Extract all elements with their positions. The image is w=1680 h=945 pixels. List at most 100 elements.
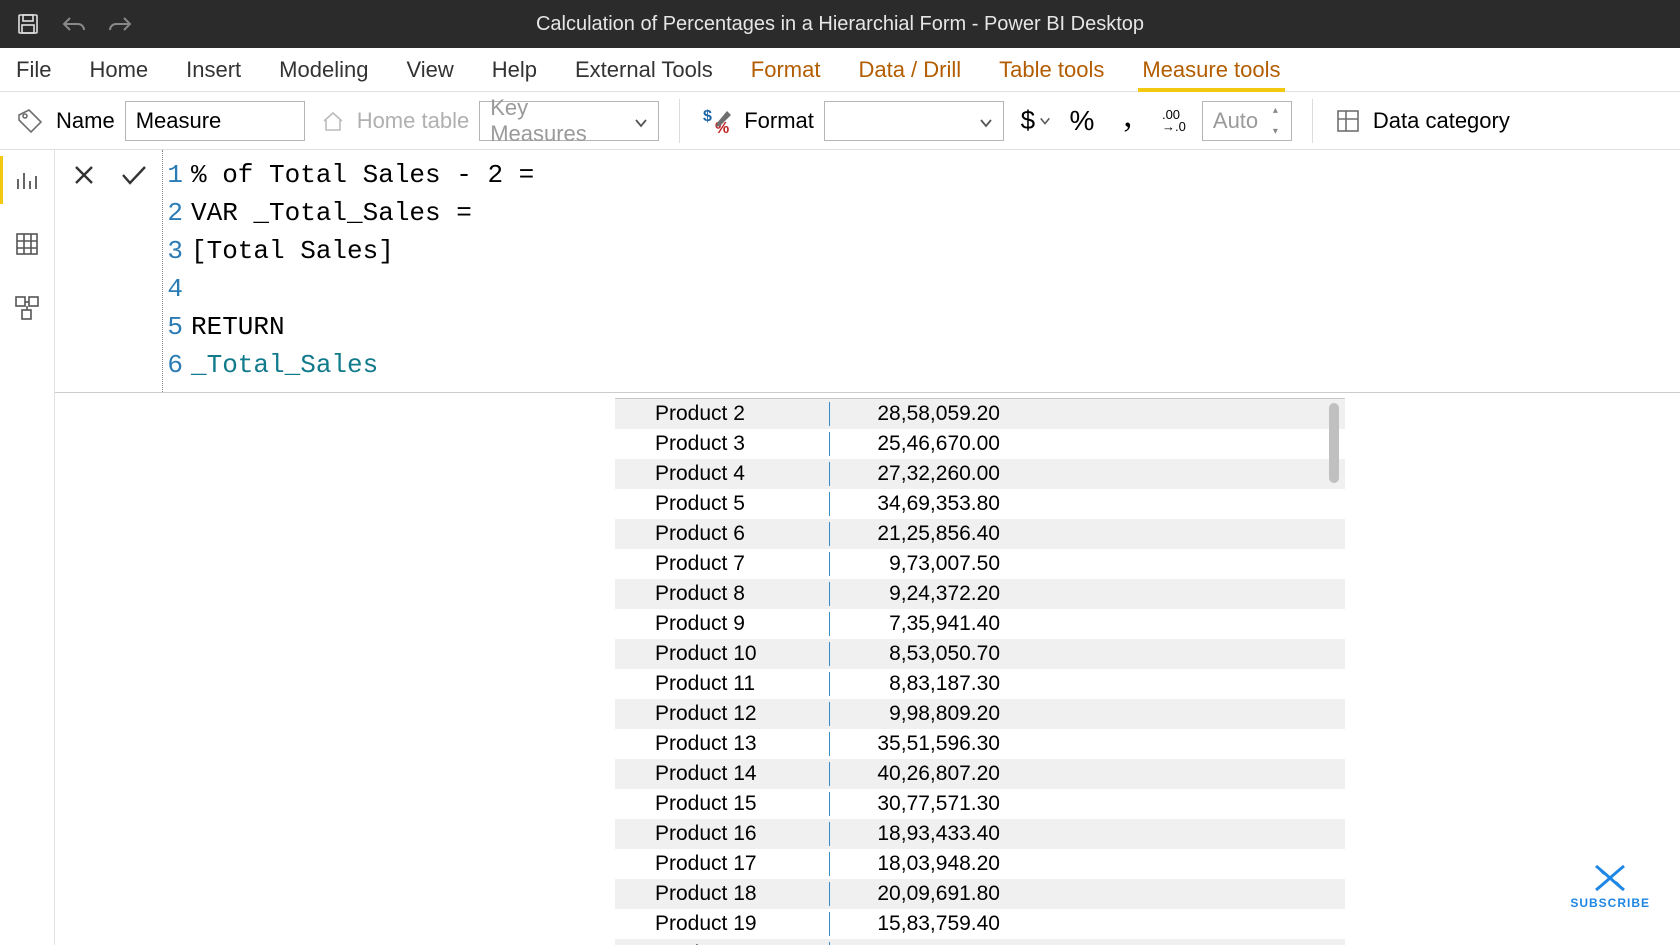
value-cell: 15,83,759.40 bbox=[830, 912, 1010, 936]
report-canvas: 1% of Total Sales - 2 = 2VAR _Total_Sale… bbox=[55, 150, 1680, 945]
line-number: 4 bbox=[163, 270, 191, 308]
format-icon: $ % bbox=[700, 104, 734, 138]
tab-format[interactable]: Format bbox=[751, 48, 821, 91]
value-cell: 40,26,807.20 bbox=[830, 762, 1010, 786]
formula-bar: 1% of Total Sales - 2 = 2VAR _Total_Sale… bbox=[55, 150, 1680, 393]
table-row[interactable]: Product 97,35,941.40 bbox=[615, 609, 1345, 639]
product-cell: Product 11 bbox=[615, 672, 830, 696]
table-row[interactable]: Product 129,98,809.20 bbox=[615, 699, 1345, 729]
tab-home[interactable]: Home bbox=[89, 48, 148, 91]
redo-icon[interactable] bbox=[106, 10, 134, 38]
line-number: 1 bbox=[163, 156, 191, 194]
product-cell: Product 18 bbox=[615, 882, 830, 906]
subscribe-badge: SUBSCRIBE bbox=[1570, 860, 1650, 910]
home-icon bbox=[319, 107, 347, 135]
table-row[interactable]: Product 1915,83,759.40 bbox=[615, 909, 1345, 939]
tab-table-tools[interactable]: Table tools bbox=[999, 48, 1104, 91]
line-number: 2 bbox=[163, 194, 191, 232]
product-cell: Product 7 bbox=[615, 552, 830, 576]
percent-button[interactable]: % bbox=[1064, 103, 1100, 139]
tab-modeling[interactable]: Modeling bbox=[279, 48, 368, 91]
formula-editor[interactable]: 1% of Total Sales - 2 = 2VAR _Total_Sale… bbox=[163, 150, 1680, 392]
table-row[interactable]: Product 108,53,050.70 bbox=[615, 639, 1345, 669]
table-row[interactable]: Product 89,24,372.20 bbox=[615, 579, 1345, 609]
product-cell: Product 17 bbox=[615, 852, 830, 876]
line-number: 5 bbox=[163, 308, 191, 346]
table-row[interactable]: Product 1718,03,948.20 bbox=[615, 849, 1345, 879]
table-row[interactable]: Product 1530,77,571.30 bbox=[615, 789, 1345, 819]
value-cell: 28,58,059.20 bbox=[830, 402, 1010, 426]
product-cell: Product 6 bbox=[615, 522, 830, 546]
table-row[interactable]: Product 2017,64,518.70 bbox=[615, 939, 1345, 945]
tab-measure-tools[interactable]: Measure tools bbox=[1142, 48, 1280, 91]
formula-buttons bbox=[55, 150, 163, 392]
value-cell: 34,69,353.80 bbox=[830, 492, 1010, 516]
stepper-arrows: ▴▾ bbox=[1273, 105, 1287, 137]
chevron-down-icon bbox=[634, 108, 648, 134]
product-cell: Product 13 bbox=[615, 732, 830, 756]
datacat-group: Data category bbox=[1333, 106, 1510, 136]
value-cell: 8,83,187.30 bbox=[830, 672, 1010, 696]
home-table-select[interactable]: Key Measures bbox=[479, 101, 659, 141]
code-line: _Total_Sales bbox=[191, 346, 378, 384]
product-cell: Product 10 bbox=[615, 642, 830, 666]
undo-icon[interactable] bbox=[60, 10, 88, 38]
table-row[interactable]: Product 1820,09,691.80 bbox=[615, 879, 1345, 909]
table-row[interactable]: Product 79,73,007.50 bbox=[615, 549, 1345, 579]
tab-data-drill[interactable]: Data / Drill bbox=[858, 48, 961, 91]
model-view-button[interactable] bbox=[7, 288, 47, 328]
number-format-group: $ % , .00 →.0 Auto ▴▾ bbox=[1018, 101, 1292, 141]
tab-insert[interactable]: Insert bbox=[186, 48, 241, 91]
value-cell: 21,25,856.40 bbox=[830, 522, 1010, 546]
product-cell: Product 15 bbox=[615, 792, 830, 816]
vertical-scrollbar[interactable] bbox=[1329, 403, 1339, 483]
report-view-button[interactable] bbox=[7, 160, 47, 200]
value-cell: 9,98,809.20 bbox=[830, 702, 1010, 726]
format-label: Format bbox=[744, 108, 814, 134]
product-cell: Product 2 bbox=[615, 402, 830, 426]
tab-view[interactable]: View bbox=[406, 48, 453, 91]
table-row[interactable]: Product 1335,51,596.30 bbox=[615, 729, 1345, 759]
data-category-icon bbox=[1333, 106, 1363, 136]
tab-external-tools[interactable]: External Tools bbox=[575, 48, 713, 91]
value-cell: 18,03,948.20 bbox=[830, 852, 1010, 876]
title-bar: Calculation of Percentages in a Hierarch… bbox=[0, 0, 1680, 48]
separator bbox=[1312, 99, 1313, 143]
table-row[interactable]: Product 325,46,670.00 bbox=[615, 429, 1345, 459]
table-row[interactable]: Product 427,32,260.00 bbox=[615, 459, 1345, 489]
thousands-separator-button[interactable]: , bbox=[1110, 103, 1146, 139]
table-row[interactable]: Product 621,25,856.40 bbox=[615, 519, 1345, 549]
view-rail bbox=[0, 150, 55, 945]
product-cell: Product 16 bbox=[615, 822, 830, 846]
decimal-shift-button[interactable]: .00 →.0 bbox=[1156, 103, 1192, 139]
cancel-formula-button[interactable] bbox=[69, 160, 99, 190]
value-cell: 30,77,571.30 bbox=[830, 792, 1010, 816]
data-view-button[interactable] bbox=[7, 224, 47, 264]
value-cell: 18,93,433.40 bbox=[830, 822, 1010, 846]
table-row[interactable]: Product 118,83,187.30 bbox=[615, 669, 1345, 699]
app-title: Calculation of Percentages in a Hierarch… bbox=[536, 13, 1144, 36]
line-number: 6 bbox=[163, 346, 191, 384]
ribbon-content: Name Home table Key Measures $ % Format bbox=[0, 92, 1680, 150]
tab-file[interactable]: File bbox=[16, 48, 51, 91]
separator bbox=[679, 99, 680, 143]
decimal-places-stepper[interactable]: Auto ▴▾ bbox=[1202, 101, 1292, 141]
table-visual[interactable]: Product 228,58,059.20Product 325,46,670.… bbox=[615, 398, 1345, 945]
currency-button[interactable]: $ bbox=[1018, 103, 1054, 139]
tab-help[interactable]: Help bbox=[492, 48, 537, 91]
hometable-group: Home table Key Measures bbox=[319, 101, 660, 141]
measure-name-input[interactable] bbox=[125, 101, 305, 141]
table-row[interactable]: Product 1618,93,433.40 bbox=[615, 819, 1345, 849]
table-row[interactable]: Product 534,69,353.80 bbox=[615, 489, 1345, 519]
product-cell: Product 8 bbox=[615, 582, 830, 606]
product-cell: Product 5 bbox=[615, 492, 830, 516]
table-grid: Product 228,58,059.20Product 325,46,670.… bbox=[615, 399, 1345, 945]
home-table-value: Key Measures bbox=[490, 95, 624, 147]
save-icon[interactable] bbox=[14, 10, 42, 38]
table-row[interactable]: Product 1440,26,807.20 bbox=[615, 759, 1345, 789]
product-cell: Product 9 bbox=[615, 612, 830, 636]
table-row[interactable]: Product 228,58,059.20 bbox=[615, 399, 1345, 429]
dna-icon bbox=[1590, 860, 1630, 896]
commit-formula-button[interactable] bbox=[119, 160, 149, 190]
format-select[interactable] bbox=[824, 101, 1004, 141]
